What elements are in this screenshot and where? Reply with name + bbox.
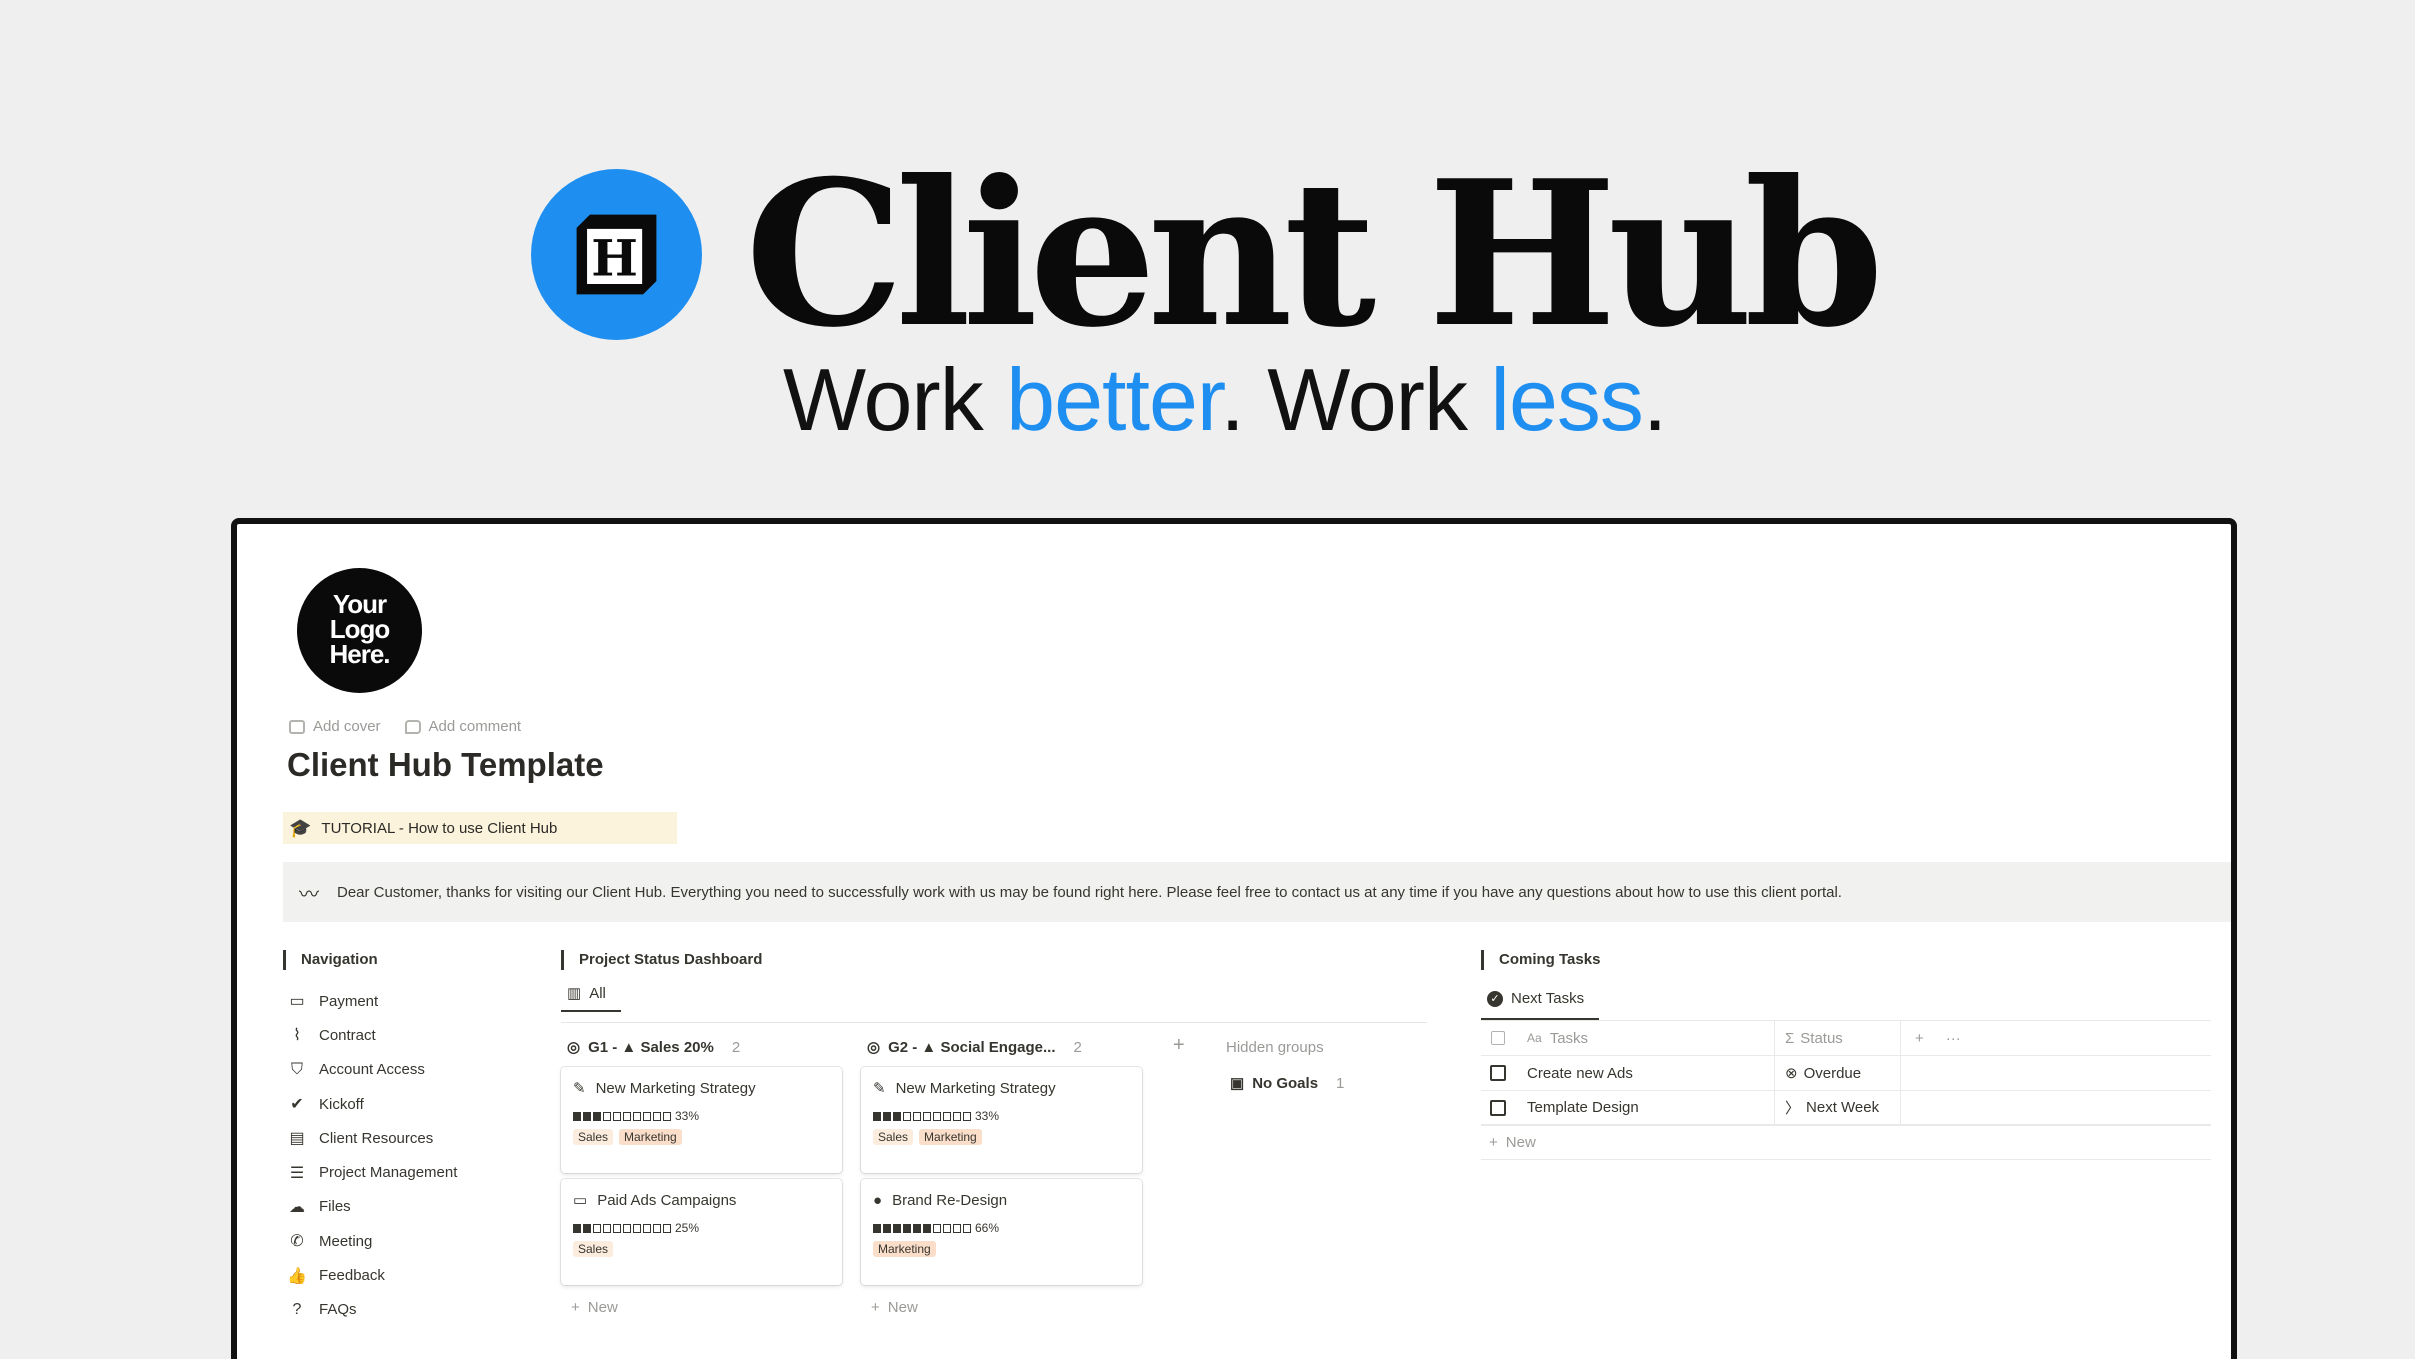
task-checkbox[interactable] bbox=[1490, 1065, 1506, 1081]
nav-item-project-management[interactable]: ☰ Project Management bbox=[287, 1155, 458, 1189]
pin-icon: ✎ bbox=[873, 1080, 886, 1097]
archive-icon: ▤ bbox=[289, 1130, 305, 1148]
tag: Marketing bbox=[873, 1241, 936, 1257]
phone-icon: ✆ bbox=[290, 1233, 304, 1251]
comment-icon bbox=[404, 719, 421, 734]
nav-item-payment[interactable]: ▭ Payment bbox=[287, 984, 457, 1018]
board-card[interactable]: ✎ New Marketing Strategy 33% Sales Marketi… bbox=[861, 1067, 1142, 1173]
nav-item-meeting[interactable]: ✆ Meeting bbox=[287, 1224, 457, 1258]
image-icon bbox=[289, 719, 305, 734]
new-card-button[interactable]: + New bbox=[571, 1299, 618, 1316]
wave-icon: 〰 bbox=[299, 883, 319, 906]
board-card[interactable]: ✎ New Marketing Strategy 33% Sales Marketi… bbox=[561, 1067, 842, 1173]
table-row[interactable]: Create new Ads ⊗ Overdue bbox=[1481, 1055, 2211, 1090]
no-goals-group[interactable]: ▣ No Goals 1 bbox=[1230, 1074, 1344, 1093]
check-circle-icon: ✔ bbox=[290, 1096, 304, 1114]
question-icon: ? bbox=[292, 1300, 302, 1318]
status-icon: ⊗ bbox=[1785, 1065, 1798, 1082]
shield-icon: ⛉ bbox=[290, 1060, 303, 1078]
board-card[interactable]: ▭ Paid Ads Campaigns 25% Sales bbox=[561, 1179, 842, 1285]
target-icon: ◎ bbox=[867, 1039, 881, 1056]
money-icon: ▭ bbox=[289, 993, 305, 1011]
target-icon: ◎ bbox=[567, 1039, 581, 1056]
tasks-heading: Coming Tasks bbox=[1481, 950, 1600, 970]
checkbox-column-icon bbox=[1491, 1031, 1505, 1045]
more-icon[interactable]: ··· bbox=[1946, 1030, 1961, 1047]
page-meta-actions: Add cover Add comment bbox=[289, 718, 521, 735]
cloud-upload-icon: ☁ bbox=[289, 1198, 305, 1216]
add-group-icon[interactable]: + bbox=[1173, 1034, 1185, 1057]
new-card-button[interactable]: + New bbox=[871, 1299, 918, 1316]
plus-icon: + bbox=[1489, 1134, 1498, 1151]
brand-logo-placeholder[interactable]: Your Logo Here. bbox=[297, 568, 422, 693]
money-icon: ▭ bbox=[573, 1192, 588, 1209]
tag: Marketing bbox=[619, 1129, 682, 1145]
tasks-table: Aa Tasks Σ Status + ··· Create new Ads ⊗ Ove… bbox=[1481, 1020, 2211, 1160]
board-card[interactable]: ● Brand Re-Design 66% Marketing bbox=[861, 1179, 1142, 1285]
add-comment-button[interactable]: Add comment bbox=[404, 718, 521, 735]
thumbs-up-icon: 👍 bbox=[287, 1267, 307, 1285]
table-view-icon: ▥ bbox=[567, 985, 582, 1002]
tab-active-indicator bbox=[561, 1010, 621, 1012]
tag: Marketing bbox=[919, 1129, 982, 1145]
table-row[interactable]: Template Design 〉 Next Week bbox=[1481, 1090, 2211, 1125]
group-header[interactable]: ◎ G1 - ▲ Sales 20% 2 bbox=[567, 1038, 740, 1057]
nav-item-files[interactable]: ☁ Files bbox=[287, 1190, 457, 1224]
new-task-button[interactable]: + New bbox=[1481, 1125, 2211, 1160]
graduation-cap-icon: 🎓 bbox=[289, 817, 312, 838]
pin-icon: ✎ bbox=[573, 1080, 586, 1097]
progress-bar: 33% bbox=[573, 1109, 830, 1123]
page-title[interactable]: Client Hub Template bbox=[287, 746, 604, 784]
column-header-tasks[interactable]: Aa Tasks bbox=[1515, 1021, 1775, 1055]
hero-tagline: Work better. Work less. bbox=[783, 350, 1667, 449]
nav-item-faqs[interactable]: ? FAQs bbox=[287, 1293, 457, 1327]
dashboard-heading: Project Status Dashboard bbox=[561, 950, 762, 970]
list-icon: ☰ bbox=[289, 1164, 305, 1182]
navigation-list: ▭ Payment ⌇ Contract ⛉ Account Access ✔ Kickoff… bbox=[287, 984, 457, 1327]
plus-icon: + bbox=[571, 1299, 580, 1316]
divider bbox=[561, 1022, 1427, 1023]
navigation-heading: Navigation bbox=[283, 950, 378, 970]
apple-icon: ● bbox=[873, 1191, 883, 1209]
nav-item-contract[interactable]: ⌇ Contract bbox=[287, 1018, 457, 1052]
inbox-icon: ▣ bbox=[1230, 1075, 1245, 1092]
tab-all[interactable]: ▥ All bbox=[561, 984, 621, 1012]
progress-bar: 33% bbox=[873, 1109, 1130, 1123]
nav-item-feedback[interactable]: 👍 Feedback bbox=[287, 1258, 457, 1292]
nav-item-kickoff[interactable]: ✔ Kickoff bbox=[287, 1087, 457, 1121]
client-hub-logo: H bbox=[531, 169, 702, 340]
tab-next-tasks[interactable]: ✓ Next Tasks bbox=[1487, 990, 1584, 1007]
status-icon: 〉 bbox=[1785, 1100, 1801, 1117]
nav-item-account-access[interactable]: ⛉ Account Access bbox=[287, 1053, 457, 1087]
task-checkbox[interactable] bbox=[1490, 1099, 1506, 1116]
tag: Sales bbox=[873, 1129, 914, 1145]
progress-bar: 66% bbox=[873, 1221, 1130, 1235]
notion-window: Your Logo Here. Add cover Add comment Cl… bbox=[231, 518, 2237, 1359]
add-column-icon[interactable]: + bbox=[1915, 1030, 1924, 1047]
svg-text:H: H bbox=[591, 229, 638, 287]
cube-h-icon: H bbox=[576, 214, 657, 295]
tutorial-link[interactable]: 🎓 TUTORIAL - How to use Client Hub bbox=[283, 812, 677, 844]
plus-icon: + bbox=[871, 1299, 880, 1316]
nav-item-client-resources[interactable]: ▤ Client Resources bbox=[287, 1121, 457, 1155]
check-circle-icon: ✓ bbox=[1487, 990, 1503, 1007]
paperclip-icon: ⌇ bbox=[293, 1027, 301, 1045]
group-header[interactable]: ◎ G2 - ▲ Social Engage... 2 bbox=[867, 1038, 1082, 1057]
hidden-groups-label: Hidden groups bbox=[1226, 1039, 1324, 1056]
add-cover-button[interactable]: Add cover bbox=[289, 718, 381, 735]
column-header-status[interactable]: Σ Status bbox=[1775, 1021, 1901, 1055]
table-header: Aa Tasks Σ Status + ··· bbox=[1481, 1020, 2211, 1055]
hero-title: Client Hub bbox=[745, 137, 1884, 372]
tag: Sales bbox=[573, 1241, 614, 1257]
tag: Sales bbox=[573, 1129, 614, 1145]
progress-bar: 25% bbox=[573, 1221, 830, 1235]
welcome-callout: 〰 Dear Customer, thanks for visiting our… bbox=[283, 862, 2231, 922]
